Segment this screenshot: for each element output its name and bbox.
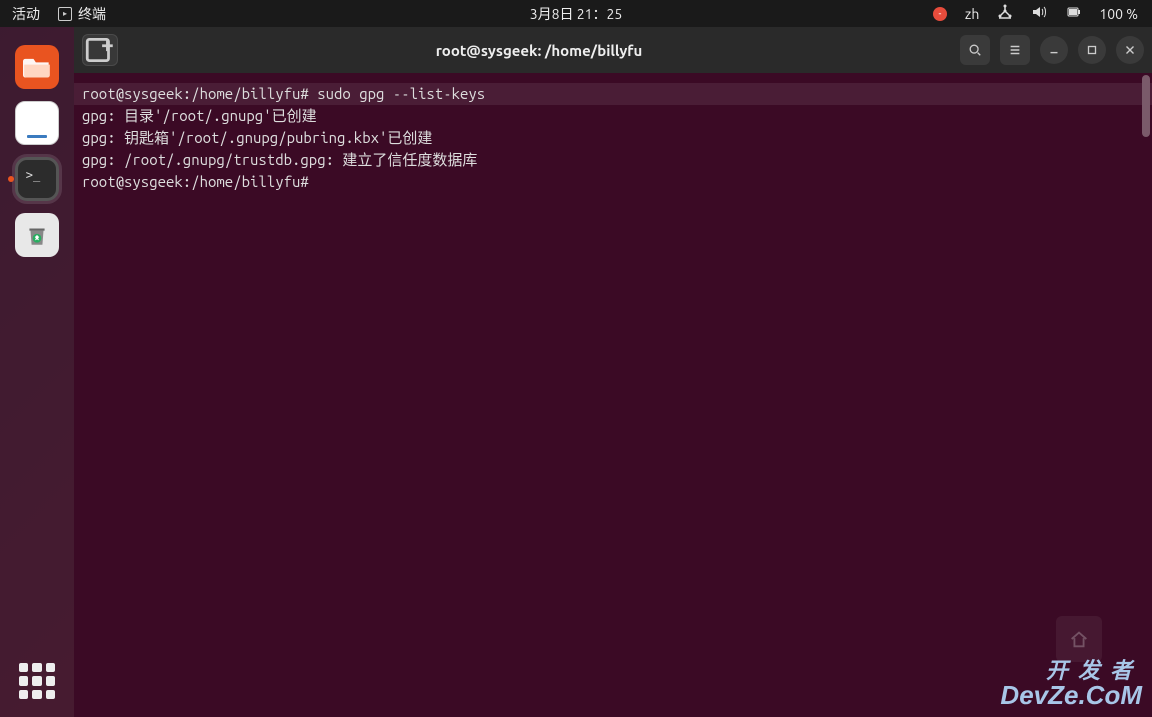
minimize-icon — [1047, 43, 1061, 57]
terminal-window: root@sysgeek: /home/billyfu root@sysgeek… — [74, 27, 1152, 717]
home-up-icon — [1068, 628, 1090, 650]
scroll-top-button[interactable] — [1056, 616, 1102, 662]
window-titlebar: root@sysgeek: /home/billyfu — [74, 27, 1152, 73]
search-button[interactable] — [960, 35, 990, 65]
dock-trash[interactable] — [15, 213, 59, 257]
menu-button[interactable] — [1000, 35, 1030, 65]
battery-icon[interactable] — [1065, 4, 1081, 23]
watermark-line1: 开发者 — [1000, 659, 1142, 682]
terminal-line: gpg: /root/.gnupg/trustdb.gpg: 建立了信任度数据库 — [74, 149, 1152, 171]
watermark-line2: DevZe.CoM — [1000, 682, 1142, 709]
app-menu-label: 终端 — [78, 4, 106, 24]
gnome-topbar: 活动 ▸ 终端 3月8日 21：25 - zh 100 % — [0, 0, 1152, 27]
maximize-icon — [1085, 43, 1099, 57]
window-title: root@sysgeek: /home/billyfu — [118, 42, 960, 59]
watermark: 开发者 DevZe.CoM — [1000, 659, 1142, 709]
activities-button[interactable]: 活动 — [12, 4, 40, 24]
running-indicator — [8, 176, 14, 182]
search-icon — [968, 43, 982, 57]
terminal-line: root@sysgeek:/home/billyfu# — [74, 171, 1152, 193]
close-button[interactable] — [1116, 36, 1144, 64]
app-menu[interactable]: ▸ 终端 — [58, 4, 106, 24]
folder-icon — [23, 55, 51, 79]
clock[interactable]: 3月8日 21：25 — [530, 4, 623, 24]
terminal-line: gpg: 目录'/root/.gnupg'已创建 — [74, 105, 1152, 127]
new-tab-button[interactable] — [82, 34, 118, 66]
close-icon — [1123, 43, 1137, 57]
show-applications-button[interactable] — [19, 663, 55, 699]
dock-app-terminal[interactable]: >_ — [15, 157, 59, 201]
terminal-topbar-icon: ▸ — [58, 7, 72, 21]
maximize-button[interactable] — [1078, 36, 1106, 64]
terminal-line: gpg: 钥匙箱'/root/.gnupg/pubring.kbx'已创建 — [74, 127, 1152, 149]
terminal-line: root@sysgeek:/home/billyfu# sudo gpg --l… — [74, 83, 1152, 105]
terminal-icon: >_ — [26, 168, 40, 182]
notification-error-icon[interactable]: - — [933, 7, 947, 21]
minimize-button[interactable] — [1040, 36, 1068, 64]
volume-icon[interactable] — [1031, 4, 1047, 23]
network-icon[interactable] — [997, 4, 1013, 23]
dock-app-files[interactable] — [15, 45, 59, 89]
input-method-indicator[interactable]: zh — [965, 6, 979, 22]
terminal-content[interactable]: root@sysgeek:/home/billyfu# sudo gpg --l… — [74, 73, 1152, 717]
hamburger-icon — [1008, 43, 1022, 57]
dock-app-writer[interactable] — [15, 101, 59, 145]
trash-icon — [24, 222, 50, 248]
scrollbar-thumb[interactable] — [1142, 75, 1150, 137]
battery-percent: 100 % — [1099, 6, 1138, 22]
ubuntu-dock: >_ — [0, 27, 74, 717]
new-tab-icon — [83, 33, 117, 67]
